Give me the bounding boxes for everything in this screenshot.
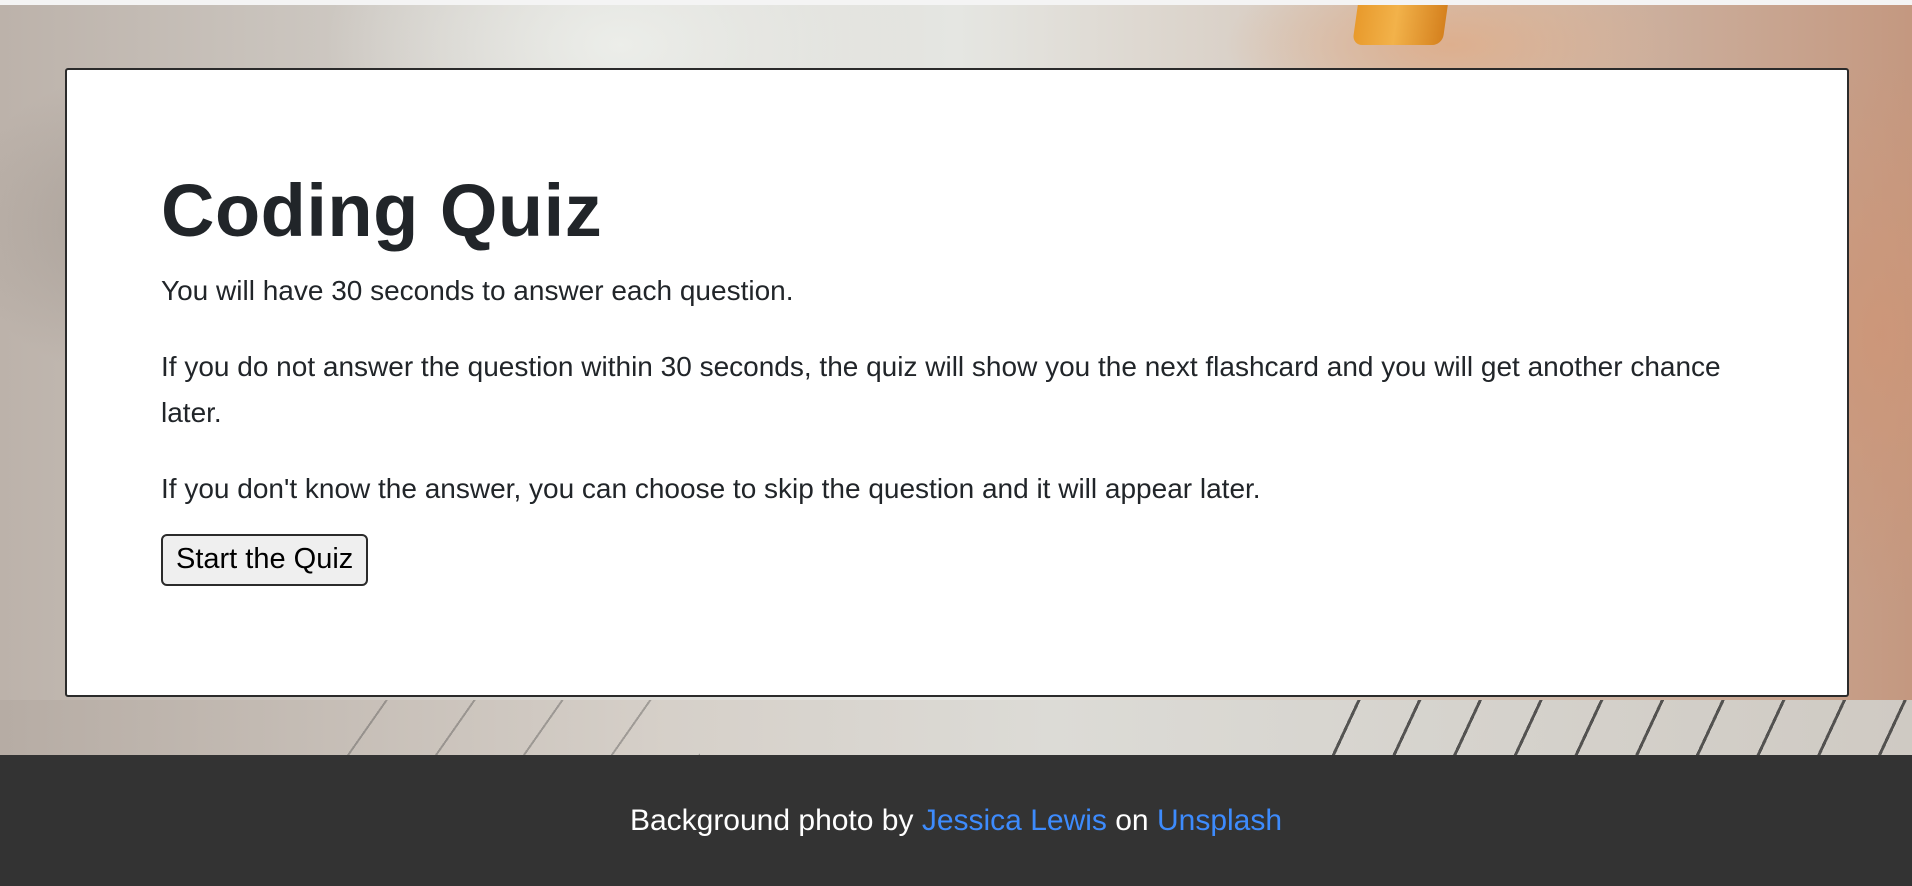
footer-credit-middle: on [1115, 804, 1149, 837]
instruction-skip: If you don't know the answer, you can ch… [161, 473, 1261, 504]
desk-lines [1300, 700, 1912, 755]
desk-lines-left [300, 700, 700, 755]
start-quiz-button[interactable]: Start the Quiz [161, 534, 369, 586]
footer-credit-prefix: Background photo by [629, 804, 914, 837]
page-title: Coding Quiz [161, 169, 603, 252]
footer: Background photo by Jessica Lewis on Uns… [0, 755, 1912, 886]
instruction-timeout: If you do not answer the question within… [161, 351, 1721, 428]
photographer-link[interactable]: Jessica Lewis [922, 804, 1107, 837]
quiz-intro-content: Coding Quiz You will have 30 seconds to … [161, 174, 1727, 586]
unsplash-link[interactable]: Unsplash [1157, 804, 1282, 837]
pencil-shape [1352, 5, 1448, 45]
quiz-intro-card: Coding Quiz You will have 30 seconds to … [65, 68, 1849, 697]
instruction-time-limit: You will have 30 seconds to answer each … [161, 275, 794, 306]
